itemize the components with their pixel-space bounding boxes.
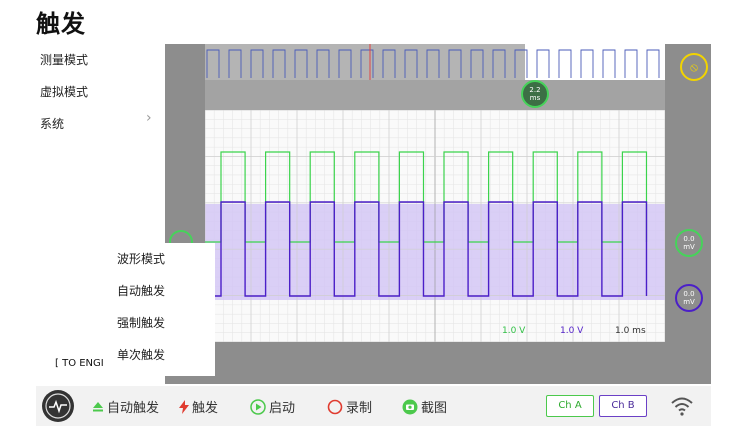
auto-trigger-label: 自动触发 [107,401,160,416]
play-icon [250,398,266,415]
channel-a-offset-value: 0.0 [683,235,695,243]
overview-pulse [580,49,594,78]
record-label: 录制 [346,401,373,416]
channel-b-offset-probe[interactable]: 0.0 mV [675,284,703,312]
menu-item-virtual-mode[interactable]: 虚拟模式 [40,84,88,116]
to-english-label[interactable]: [ TO ENGI [55,358,104,369]
channel-a-button[interactable]: Ch A [546,395,594,417]
channel-b-scale: 1.0 V [560,326,584,336]
menu-item-waveform-mode[interactable]: 波形模式 [108,243,215,275]
time-scale: 1.0 ms [615,326,646,336]
chevron-right-icon: › [146,110,152,126]
channel-b-offset-value: 0.0 [683,290,695,298]
menu-item-system[interactable]: 系统 [40,116,88,148]
overview-waveform [205,44,660,80]
record-icon [327,399,343,414]
eject-icon [93,401,103,411]
channel-b-button[interactable]: Ch B [599,395,647,417]
start-button[interactable]: 启动 [250,397,295,416]
screenshot-button[interactable]: 截图 [402,397,447,416]
lightning-icon [179,399,189,414]
trigger-label: 触发 [192,401,219,416]
overview-visible-window [205,44,525,80]
waveform-grid[interactable] [204,109,666,343]
scope-app-icon[interactable] [42,390,74,422]
side-menu: 测量模式 虚拟模式 系统 [40,52,88,148]
trigger-button[interactable]: 触发 [179,397,218,416]
start-label: 启动 [269,401,296,416]
bottom-toolbar: 自动触发 触发 启动 录制 截图 Ch A Ch B [36,386,711,426]
waveform-svg [204,109,666,343]
camera-icon [402,399,418,414]
screenshot-label: 截图 [421,401,448,416]
time-cursor-probe[interactable]: 2.2 ms [521,80,549,108]
page-title: 触发 [36,10,86,38]
waveform-overview[interactable] [205,44,665,80]
trigger-probe-icon[interactable]: ⦸ [680,53,708,81]
channel-a-offset-unit: mV [683,243,695,251]
app-root: 触发 测量模式 虚拟模式 系统 › 2.2 ms ⦸ 0.0 mV 0.0 mV… [0,0,750,435]
menu-item-force-trigger[interactable]: 强制触发 [108,307,215,339]
channel-b-offset-unit: mV [683,298,695,306]
overview-pulse [624,49,638,78]
wifi-icon[interactable] [670,395,694,417]
menu-item-measure-mode[interactable]: 测量模式 [40,52,88,84]
menu-item-single-trigger[interactable]: 单次触发 [108,339,215,371]
overview-pulse [646,49,660,78]
record-button[interactable]: 录制 [327,397,372,416]
overview-pulse [602,49,616,78]
trigger-mode-menu: 波形模式 自动触发 强制触发 单次触发 [108,243,215,376]
menu-item-auto-trigger[interactable]: 自动触发 [108,275,215,307]
channel-a-scale: 1.0 V [502,326,526,336]
time-probe-unit: ms [529,94,541,102]
overview-pulse [536,49,550,78]
overview-pulse [558,49,572,78]
oscilloscope-display[interactable]: 2.2 ms ⦸ 0.0 mV 0.0 mV 1.0 V 1.0 V 1.0 ms [165,44,711,384]
auto-trigger-button[interactable]: 自动触发 [92,397,159,416]
channel-a-offset-probe[interactable]: 0.0 mV [675,229,703,257]
time-probe-value: 2.2 [529,86,541,94]
